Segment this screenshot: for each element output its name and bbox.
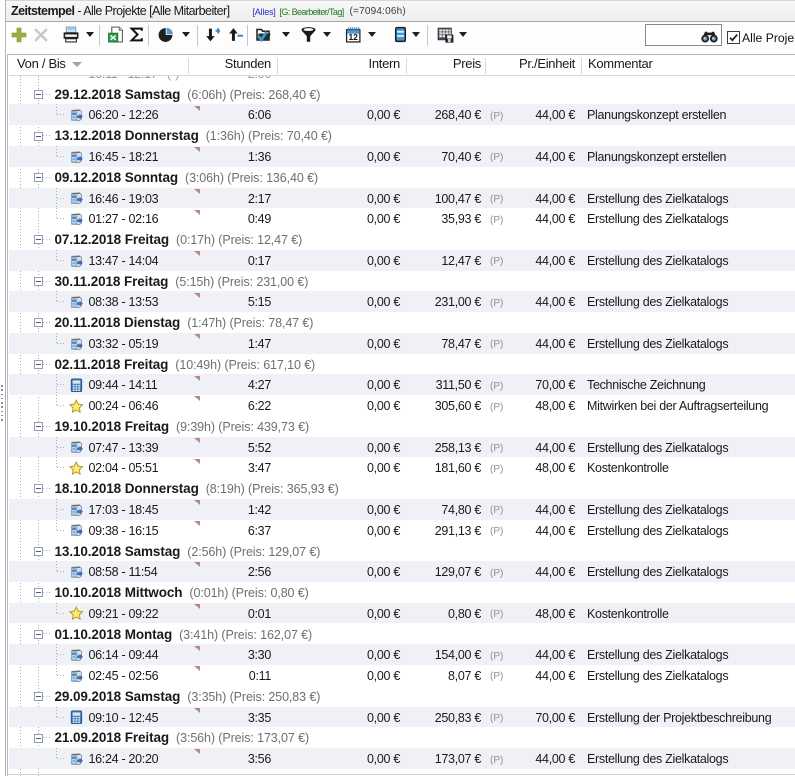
svg-text:12: 12 [348,32,358,42]
